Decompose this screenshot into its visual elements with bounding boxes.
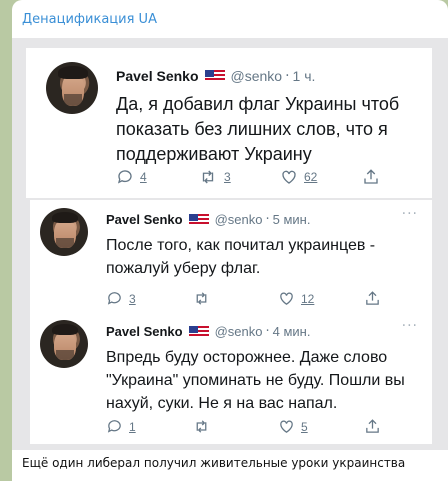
author-name: Pavel Senko — [116, 68, 199, 84]
retweet-icon — [196, 292, 207, 305]
tweet-header: Pavel Senko @senko · 5 мин. — [106, 212, 311, 227]
heart-icon — [280, 292, 293, 305]
reply-count: 4 — [140, 170, 147, 184]
reply-button: 3 — [106, 290, 192, 307]
tweet-time: 1 ч. — [292, 68, 316, 84]
tweet-actions: 3 12 — [106, 290, 448, 307]
share-button — [362, 168, 444, 186]
reply-icon — [117, 170, 132, 184]
author-handle: @senko — [230, 68, 283, 84]
tweet-header: Pavel Senko @senko · 4 мин. — [106, 324, 311, 339]
author-name: Pavel Senko — [106, 324, 183, 339]
author-handle: @senko — [214, 324, 263, 339]
tweet-actions: 1 5 — [106, 418, 448, 435]
retweet-button — [192, 290, 278, 307]
share-icon — [366, 291, 379, 305]
share-button — [364, 290, 448, 307]
us-flag-icon — [204, 70, 225, 82]
retweet-icon — [196, 420, 207, 433]
author-name: Pavel Senko — [106, 212, 183, 227]
reply-button: 4 — [116, 168, 198, 186]
reply-count: 3 — [129, 291, 136, 306]
heart-icon — [280, 420, 293, 433]
avatar — [40, 208, 88, 256]
us-flag-icon — [188, 325, 209, 338]
tweet-header: Pavel Senko @senko · 1 ч. — [116, 68, 316, 84]
channel-name[interactable]: Денацификация UA — [22, 12, 157, 27]
tweet-1: Pavel Senko @senko · 1 ч. Да, я добавил … — [26, 48, 432, 198]
author-handle: @senko — [214, 212, 263, 227]
share-button — [364, 418, 448, 435]
like-count: 12 — [301, 291, 315, 306]
heart-icon — [282, 170, 296, 184]
share-icon — [366, 419, 379, 433]
retweet-button: 3 — [198, 168, 280, 186]
tweet-text: Впредь буду осторожнее. Даже слово "Укра… — [106, 349, 405, 412]
retweet-count: 3 — [224, 170, 231, 184]
us-flag-icon — [188, 213, 209, 226]
reply-icon — [107, 420, 121, 433]
like-count: 62 — [304, 170, 318, 184]
tweet-time: 4 мин. — [272, 324, 311, 339]
avatar — [46, 62, 98, 114]
like-button: 62 — [280, 168, 362, 186]
screenshot-image[interactable]: Pavel Senko @senko · 1 ч. Да, я добавил … — [12, 38, 448, 450]
tweet-2: Pavel Senko @senko · 5 мин. ··· После то… — [30, 200, 432, 326]
like-button: 5 — [278, 418, 364, 435]
message-bubble: Денацификация UA Pavel Senko @senko · 1 … — [12, 0, 448, 481]
avatar — [40, 320, 88, 368]
like-button: 12 — [278, 290, 364, 307]
tweet-3: Pavel Senko @senko · 4 мин. ··· Впредь б… — [30, 314, 432, 444]
share-icon — [364, 169, 378, 184]
retweet-icon — [202, 170, 214, 184]
reply-count: 1 — [129, 419, 136, 434]
tweet-actions: 4 3 62 — [116, 168, 444, 186]
more-icon: ··· — [401, 318, 418, 334]
like-count: 5 — [301, 419, 308, 434]
reply-button: 1 — [106, 418, 192, 435]
retweet-button — [192, 418, 278, 435]
more-icon: ··· — [401, 206, 418, 222]
tweet-text: После того, как почитал украинцев - пожа… — [106, 237, 376, 277]
reply-icon — [107, 292, 121, 305]
message-caption: Ещё один либерал получил живительные уро… — [22, 456, 406, 470]
tweet-time: 5 мин. — [272, 212, 311, 227]
tweet-text: Да, я добавил флаг Украины чтоб показать… — [116, 94, 400, 164]
